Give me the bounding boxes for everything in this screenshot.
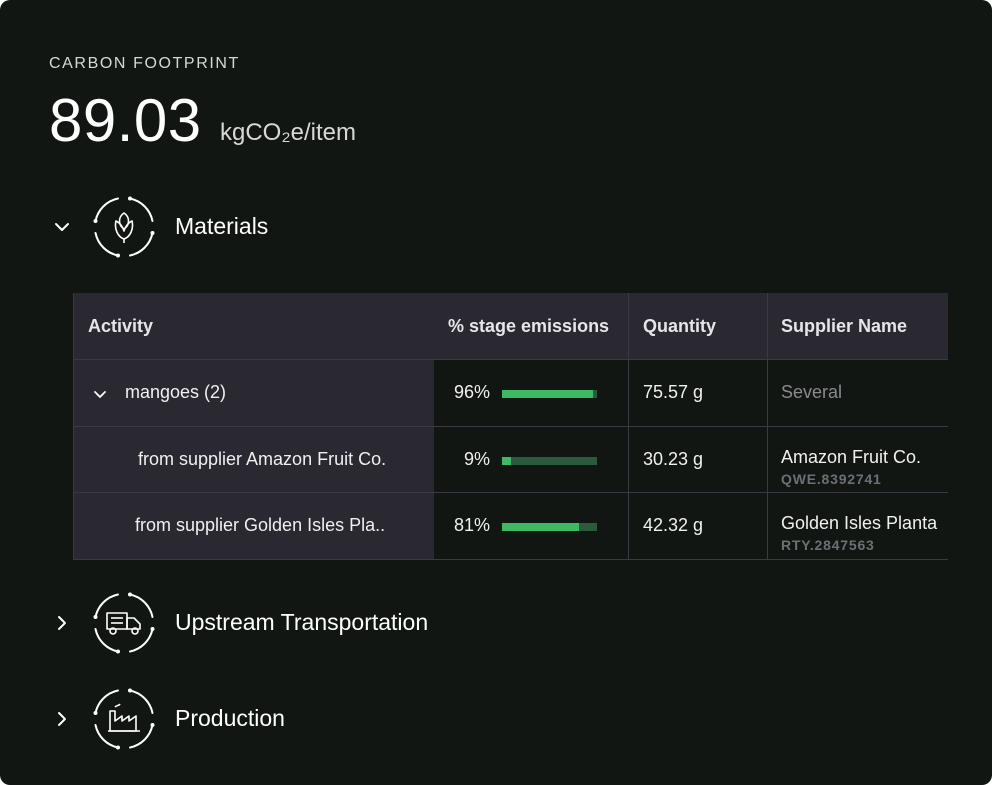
column-header-stage-emissions[interactable]: % stage emissions	[448, 293, 609, 359]
activity-name: mangoes (2)	[125, 382, 227, 402]
table-row[interactable]: from supplier Golden Isles Pla.. 81% 42.…	[74, 492, 948, 559]
column-header-quantity[interactable]: Quantity	[628, 293, 767, 359]
emissions-bar-fill	[502, 390, 594, 398]
supplier-cell: Amazon Fruit Co. QWE.8392741	[767, 427, 948, 493]
chevron-right-icon[interactable]	[52, 613, 72, 633]
supplier-code: RTY.2847563	[781, 537, 875, 553]
truck-icon	[93, 592, 155, 654]
percent-value: 96%	[453, 382, 490, 402]
footprint-value: 89.03	[49, 87, 202, 154]
chevron-right-icon[interactable]	[52, 709, 72, 729]
activity-cell: from supplier Amazon Fruit Co.	[74, 427, 434, 493]
chevron-down-icon[interactable]	[92, 386, 108, 402]
stage-production[interactable]: Production	[0, 687, 600, 751]
emissions-table: Activity % stage emissions Quantity Supp…	[73, 293, 948, 560]
stage-emissions-cell: 9%	[434, 427, 628, 493]
stage-emissions-cell: 81%	[434, 493, 628, 559]
factory-icon	[93, 688, 155, 750]
emissions-bar-fill	[502, 457, 511, 465]
quantity-value: 30.23 g	[643, 449, 704, 469]
table-row[interactable]: from supplier Amazon Fruit Co. 9% 30.23 …	[74, 426, 948, 493]
quantity-value: 75.57 g	[643, 382, 704, 402]
stage-upstream-transportation[interactable]: Upstream Transportation	[0, 591, 600, 655]
leaf-icon	[93, 196, 155, 258]
quantity-cell: 75.57 g	[628, 360, 768, 426]
footprint-unit: kgCO₂e/item	[220, 119, 357, 146]
percent-value: 9%	[463, 449, 490, 469]
stage-name: Production	[175, 705, 285, 731]
stage-name: Materials	[175, 213, 269, 239]
card-label: CARBON FOOTPRINT	[49, 55, 240, 72]
chevron-down-icon[interactable]	[52, 217, 72, 237]
activity-name: from supplier Golden Isles Pla..	[135, 515, 386, 535]
supplier-name: Amazon Fruit Co.	[781, 447, 922, 467]
emissions-bar-fill	[502, 523, 579, 531]
supplier-name: Golden Isles Planta	[781, 513, 938, 533]
activity-cell: from supplier Golden Isles Pla..	[74, 493, 434, 559]
supplier-name: Several	[781, 382, 843, 402]
table-header: Activity % stage emissions Quantity Supp…	[74, 293, 948, 359]
stage-materials[interactable]: Materials	[0, 195, 600, 259]
carbon-footprint-card: CARBON FOOTPRINT 89.03 kgCO₂e/item Mater…	[0, 0, 992, 785]
column-header-supplier-name[interactable]: Supplier Name	[767, 293, 948, 359]
emissions-bar	[502, 523, 597, 531]
stage-emissions-cell: 96%	[434, 360, 628, 426]
supplier-cell: Several	[767, 360, 948, 426]
column-header-activity[interactable]: Activity	[88, 293, 153, 359]
stage-name: Upstream Transportation	[175, 609, 429, 635]
emissions-bar	[502, 390, 597, 398]
quantity-value: 42.32 g	[643, 515, 704, 535]
supplier-cell: Golden Isles Planta RTY.2847563	[767, 493, 948, 559]
activity-cell: mangoes (2)	[74, 360, 434, 426]
quantity-cell: 30.23 g	[628, 427, 768, 493]
percent-value: 81%	[453, 515, 490, 535]
quantity-cell: 42.32 g	[628, 493, 768, 559]
activity-name: from supplier Amazon Fruit Co.	[138, 449, 387, 469]
table-row[interactable]: mangoes (2) 96% 75.57 g Several	[74, 359, 948, 426]
emissions-bar	[502, 457, 597, 465]
supplier-code: QWE.8392741	[781, 471, 882, 487]
